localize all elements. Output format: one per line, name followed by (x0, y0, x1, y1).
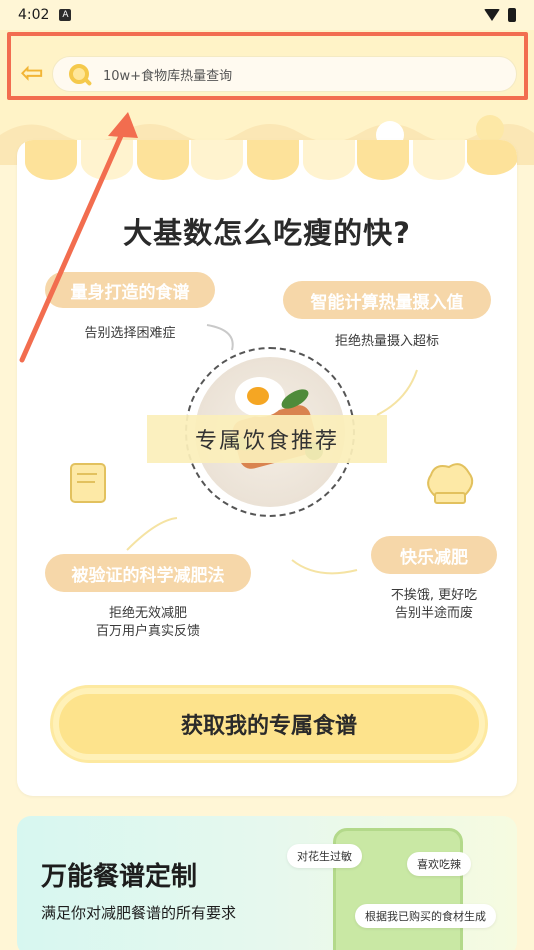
chip-peanut-allergy: 对花生过敏 (287, 844, 362, 868)
search-icon (69, 64, 89, 84)
chip-ingredients: 根据我已购买的食材生成 (355, 904, 496, 928)
feature-pill-4: 快乐减肥 (371, 536, 497, 574)
search-input[interactable]: 10w+食物库热量查询 (52, 56, 517, 92)
wifi-icon (484, 9, 500, 21)
feature-sub-3a: 拒绝无效减肥 (108, 606, 187, 621)
search-placeholder: 10w+食物库热量查询 (103, 68, 233, 84)
feature-sub-3b: 百万用户真实反馈 (95, 624, 200, 639)
back-arrow-icon[interactable]: ⇦ (18, 56, 46, 89)
status-bar: 4:02 A (0, 0, 534, 30)
banner-title: 万能餐谱定制 (41, 862, 198, 892)
promo-card: 大基数怎么吃瘦的快? 量身打造的食谱 告别选择困难症 智能计算热量摄入值 拒绝热… (17, 140, 517, 796)
feature-sub-4b: 告别半途而废 (394, 606, 473, 621)
banner-subtitle: 满足你对减肥餐谱的所有要求 (41, 904, 237, 922)
recipe-banner[interactable]: 万能餐谱定制 满足你对减肥餐谱的所有要求 对花生过敏 喜欢吃辣 根据我已购买的食… (17, 816, 517, 950)
feature-pill-3: 被验证的科学减肥法 (45, 554, 251, 592)
sim-icon: A (59, 9, 72, 21)
get-recipe-button[interactable]: 获取我的专属食谱 (53, 688, 485, 760)
chip-spicy: 喜欢吃辣 (407, 852, 471, 876)
status-time: 4:02 (18, 7, 50, 23)
feature-sub-4a: 不挨饿, 更好吃 (390, 588, 478, 603)
battery-icon (508, 8, 516, 22)
